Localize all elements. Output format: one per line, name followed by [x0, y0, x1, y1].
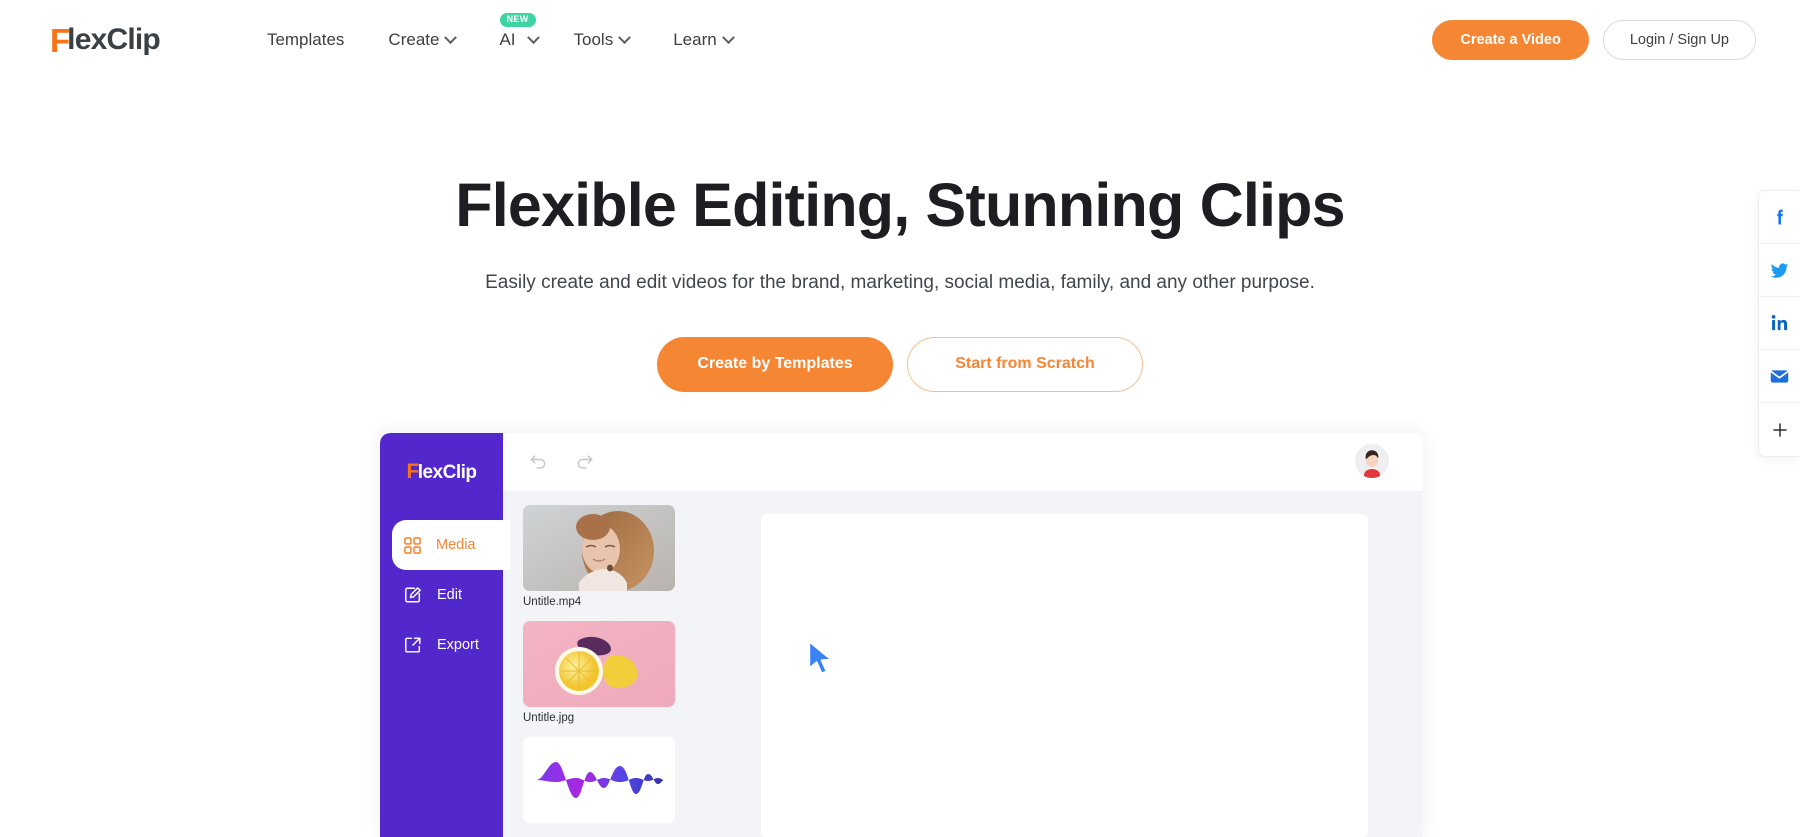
editor-menu: Media Edit Export — [380, 520, 510, 670]
nav-actions: Create a Video Login / Sign Up — [1432, 20, 1756, 60]
editor-canvas-area — [717, 491, 1423, 837]
share-linkedin-button[interactable] — [1759, 297, 1800, 350]
plus-icon — [1772, 422, 1787, 437]
nav-label-tools: Tools — [573, 30, 614, 49]
undo-icon[interactable] — [528, 452, 548, 472]
nav-label-learn: Learn — [673, 30, 717, 49]
create-a-video-button[interactable]: Create a Video — [1432, 20, 1589, 60]
chevron-down-icon — [618, 30, 632, 44]
editor-toolbar — [380, 433, 1423, 491]
editor-sidebar-logo: FlexClip — [380, 460, 503, 484]
create-by-templates-button[interactable]: Create by Templates — [657, 336, 893, 392]
nav-item-templates[interactable]: Templates — [245, 22, 366, 58]
hero-cta-group: Create by Templates Start from Scratch — [0, 336, 1800, 392]
media-thumbnail-video[interactable] — [523, 505, 675, 591]
editor-menu-label-media: Media — [436, 537, 476, 553]
media-filename-video: Untitle.mp4 — [523, 596, 582, 608]
nav-item-tools[interactable]: Tools — [552, 22, 652, 58]
linkedin-icon — [1771, 315, 1787, 331]
audio-waveform-icon — [536, 762, 664, 798]
editor-mockup: FlexClip Media Edit Export Untitle.mp4 U… — [380, 433, 1423, 837]
nav-label-templates: Templates — [266, 30, 345, 49]
hero-section: Flexible Editing, Stunning Clips Easily … — [0, 80, 1800, 392]
top-navigation-bar: F lexClip Templates Create AI NEW Tools … — [0, 0, 1800, 80]
editor-menu-item-edit[interactable]: Edit — [380, 570, 503, 620]
share-twitter-button[interactable] — [1759, 244, 1800, 297]
chevron-down-icon — [721, 30, 735, 44]
nav-item-ai[interactable]: AI NEW — [477, 13, 551, 58]
export-arrow-icon — [405, 637, 421, 653]
chevron-down-icon — [526, 31, 540, 45]
nav-label-ai: AI — [499, 30, 516, 49]
twitter-icon — [1770, 262, 1789, 278]
email-icon — [1770, 369, 1789, 383]
media-thumbnail-image[interactable] — [523, 621, 675, 707]
chevron-down-icon — [444, 30, 458, 44]
facebook-icon — [1776, 209, 1783, 225]
editor-sidebar: FlexClip Media Edit Export — [380, 433, 510, 837]
media-filename-image: Untitle.jpg — [523, 712, 575, 724]
nav-item-create[interactable]: Create — [366, 22, 477, 58]
start-from-scratch-button[interactable]: Start from Scratch — [907, 336, 1143, 392]
editor-logo-f-mark: F — [406, 460, 419, 483]
media-thumbnail-audio[interactable] — [523, 737, 675, 823]
login-signup-button[interactable]: Login / Sign Up — [1602, 20, 1756, 60]
main-menu: Templates Create AI NEW Tools Learn — [245, 13, 755, 58]
editor-menu-label-edit: Edit — [437, 587, 462, 603]
pencil-square-icon — [405, 587, 421, 603]
nav-label-create: Create — [388, 30, 440, 49]
nav-item-learn[interactable]: Learn — [651, 22, 754, 58]
undo-redo-group — [528, 452, 595, 472]
social-share-rail — [1758, 190, 1800, 457]
new-badge: NEW — [499, 13, 536, 27]
editor-menu-label-export: Export — [437, 637, 479, 653]
grid-icon — [404, 536, 421, 554]
image-thumbnail-image — [523, 621, 675, 707]
editor-logo-wordmark: lexClip — [417, 462, 477, 483]
editor-menu-item-export[interactable]: Export — [380, 620, 503, 670]
editor-menu-item-media[interactable]: Media — [392, 520, 510, 570]
page-title: Flexible Editing, Stunning Clips — [455, 171, 1345, 239]
media-panel: Untitle.mp4 Untitle.jpg — [503, 491, 834, 837]
editor-canvas[interactable] — [761, 514, 1368, 837]
avatar-illustration — [1355, 444, 1389, 478]
page-subtitle: Easily create and edit videos for the br… — [485, 271, 1315, 293]
avatar[interactable] — [1355, 444, 1389, 478]
redo-icon[interactable] — [575, 452, 595, 472]
share-email-button[interactable] — [1759, 350, 1800, 403]
logo-wordmark: lexClip — [67, 23, 161, 56]
flexclip-logo[interactable]: F lexClip — [50, 20, 161, 60]
video-thumbnail-image — [523, 505, 675, 591]
share-facebook-button[interactable] — [1759, 191, 1800, 244]
share-more-button[interactable] — [1759, 403, 1800, 456]
